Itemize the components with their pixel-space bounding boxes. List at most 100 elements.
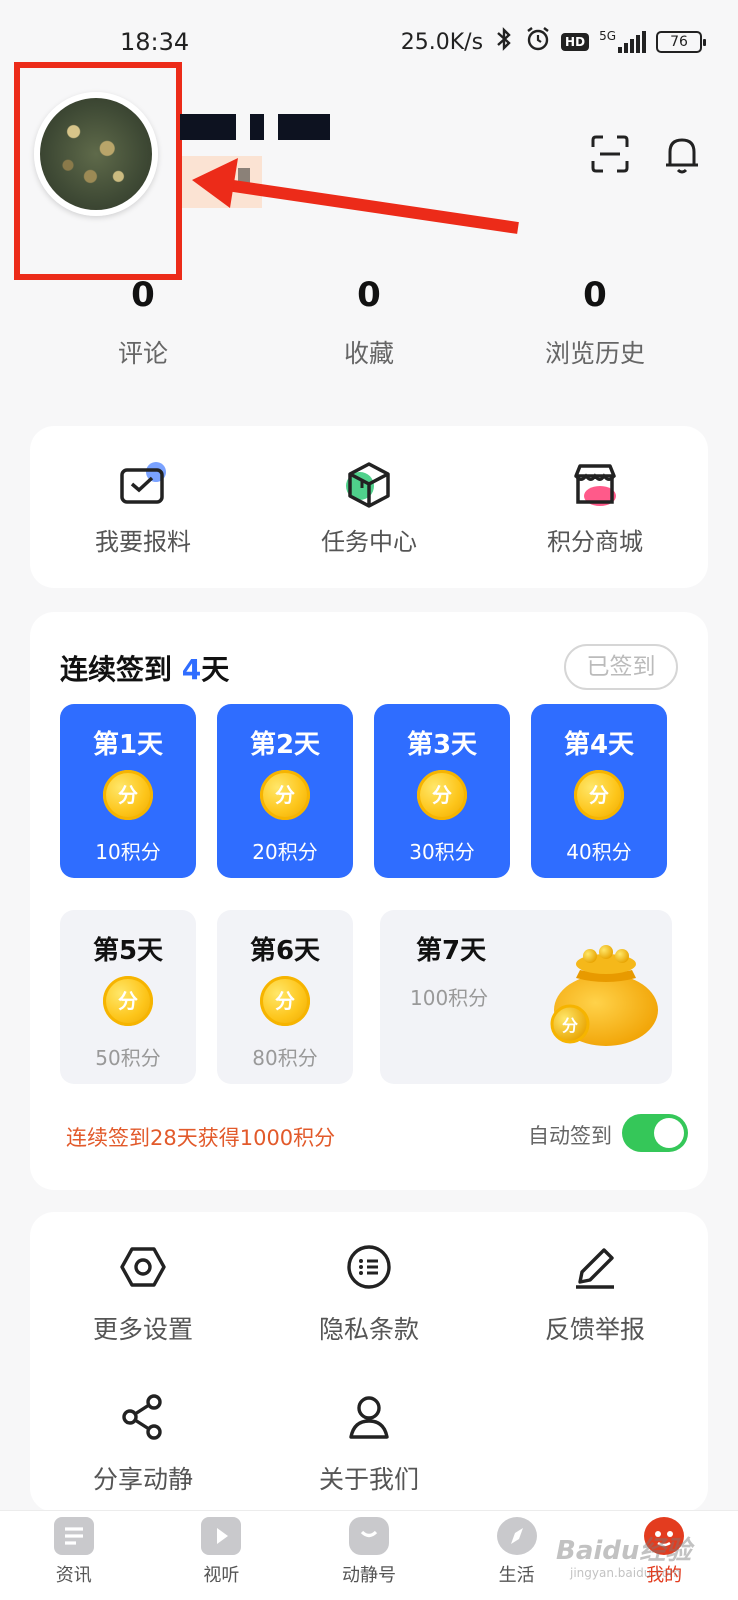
signed-in-button[interactable]: 已签到 (564, 644, 678, 690)
settings-label: 关于我们 (318, 1465, 419, 1494)
day-points: 100积分 (410, 986, 489, 1010)
stat-value: 0 (131, 275, 155, 315)
quick-action-mall[interactable]: 积分商城 (482, 458, 708, 557)
signin-day-1: 第1天 分 10积分 (60, 704, 196, 878)
user-icon (344, 1392, 394, 1442)
shop-icon (568, 458, 622, 512)
auto-signin-toggle[interactable] (622, 1114, 688, 1152)
hd-icon: HD (561, 33, 590, 51)
username-redacted (250, 114, 264, 140)
day-name: 第7天 (416, 936, 487, 966)
network-type: 5G (599, 29, 616, 43)
stat-favorites[interactable]: 0 收藏 (256, 270, 482, 370)
signin-day-2: 第2天 分 20积分 (217, 704, 353, 878)
play-icon (201, 1517, 242, 1555)
quick-action-label: 我要报料 (95, 527, 191, 556)
annotation-arrow-icon (192, 158, 519, 234)
settings-label: 分享动静 (92, 1465, 193, 1494)
watermark-url: jingyan.baidu.com (570, 1566, 681, 1580)
gold-bag-icon: 分 (550, 945, 658, 1046)
username-redacted (180, 114, 236, 140)
news-icon (53, 1517, 94, 1555)
day-name: 第5天 (92, 936, 164, 966)
settings-feedback[interactable]: 反馈举报 (482, 1242, 708, 1346)
settings-card: 更多设置 隐私条款 反馈举报 分享动静 关于我们 (30, 1212, 708, 1512)
signin-day-4: 第4天 分 40积分 (531, 704, 667, 878)
nav-label: 资讯 (55, 1565, 92, 1586)
coin-icon: 分 (103, 976, 153, 1026)
stat-label: 收藏 (343, 339, 394, 368)
day-points: 10积分 (95, 840, 161, 864)
coin-icon: 分 (103, 770, 153, 820)
scan-icon[interactable] (588, 132, 632, 176)
settings-privacy[interactable]: 隐私条款 (256, 1242, 482, 1346)
signin-title: 连续签到 4天 (60, 648, 229, 688)
stat-label: 评论 (117, 339, 168, 368)
watermark: Baidu经验 (556, 1536, 692, 1566)
alarm-icon (525, 26, 551, 58)
day-points: 50积分 (95, 1046, 161, 1070)
signin-day-7: 第7天 100积分 分 (380, 910, 672, 1084)
signal-icon: 5G (599, 29, 646, 53)
pen-icon (570, 1242, 620, 1292)
nav-label: 生活 (498, 1565, 535, 1586)
chat-icon (348, 1517, 389, 1555)
coin-icon: 分 (417, 770, 467, 820)
coin-icon: 分 (260, 976, 310, 1026)
bag-coin-label: 分 (562, 1016, 578, 1035)
network-speed: 25.0K/s (400, 29, 484, 55)
coin-icon: 分 (260, 770, 310, 820)
day-points: 30积分 (409, 840, 475, 864)
nav-news[interactable]: 资讯 (0, 1511, 148, 1600)
list-circle-icon (344, 1242, 394, 1292)
signin-days-count: 4 (181, 653, 202, 686)
settings-about[interactable]: 关于我们 (256, 1392, 482, 1496)
stat-value: 0 (357, 275, 381, 315)
day-name: 第6天 (249, 936, 321, 966)
stat-comments[interactable]: 0 评论 (30, 270, 256, 370)
settings-more[interactable]: 更多设置 (30, 1242, 256, 1346)
nav-label: 动静号 (341, 1565, 396, 1586)
settings-label: 反馈举报 (544, 1315, 645, 1344)
day-name: 第1天 (92, 730, 164, 760)
quick-action-tasks[interactable]: 任务中心 (256, 458, 482, 557)
nav-media[interactable]: 视听 (148, 1511, 296, 1600)
day-name: 第4天 (563, 730, 635, 760)
day-points: 40积分 (566, 840, 632, 864)
signin-title-suffix: 天 (201, 653, 230, 686)
day-points: 80积分 (252, 1046, 318, 1070)
nav-dongjinghao[interactable]: 动静号 (295, 1511, 443, 1600)
signin-card: 连续签到 4天 已签到 第1天 分 10积分 第2天 分 20积分 第3天 分 … (30, 612, 708, 1190)
status-time: 18:34 (120, 28, 190, 56)
stat-history[interactable]: 0 浏览历史 (482, 270, 708, 370)
signin-title-prefix: 连续签到 (60, 653, 173, 686)
signin-day-3: 第3天 分 30积分 (374, 704, 510, 878)
quick-action-label: 积分商城 (547, 527, 643, 556)
stat-value: 0 (583, 275, 607, 315)
user-stats: 0 评论 0 收藏 0 浏览历史 (30, 270, 708, 370)
battery-icon: 76 (656, 31, 706, 53)
coin-icon: 分 (574, 770, 624, 820)
settings-label: 隐私条款 (318, 1315, 419, 1344)
signin-reward-note: 连续签到28天获得1000积分 (66, 1126, 336, 1150)
share-icon (118, 1392, 168, 1442)
quick-action-report[interactable]: 我要报料 (30, 458, 256, 557)
compass-icon (496, 1517, 537, 1555)
quick-actions-card: 我要报料 任务中心 积分商城 (30, 426, 708, 588)
stat-label: 浏览历史 (544, 339, 645, 368)
signin-day-5: 第5天 分 50积分 (60, 910, 196, 1084)
bluetooth-icon (493, 27, 515, 57)
day-points: 20积分 (252, 840, 318, 864)
nav-label: 视听 (203, 1565, 240, 1586)
day-name: 第3天 (406, 730, 478, 760)
username-redacted (278, 114, 330, 140)
settings-label: 更多设置 (92, 1315, 193, 1344)
quick-action-label: 任务中心 (321, 527, 417, 556)
day-name: 第2天 (249, 730, 321, 760)
settings-share[interactable]: 分享动静 (30, 1392, 256, 1496)
mail-check-icon (116, 458, 170, 512)
auto-signin-label: 自动签到 (528, 1124, 612, 1148)
signin-day-6: 第6天 分 80积分 (217, 910, 353, 1084)
box-icon (342, 458, 396, 512)
bell-icon[interactable] (660, 132, 704, 176)
